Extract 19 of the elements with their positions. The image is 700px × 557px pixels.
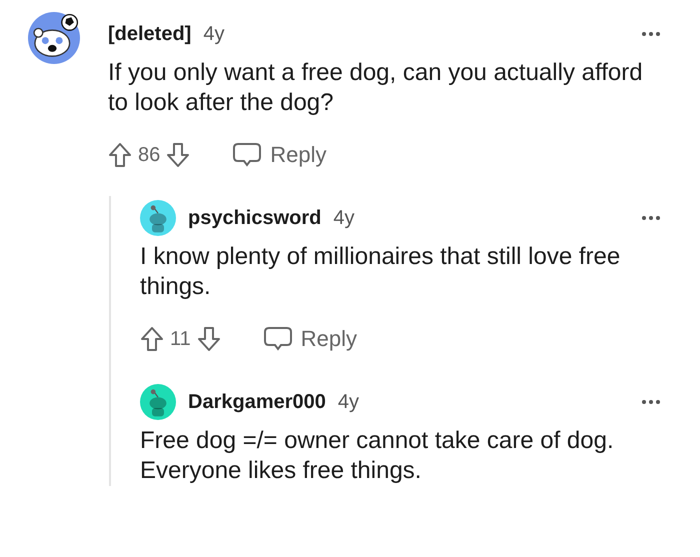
reply-button[interactable]: Reply <box>228 138 330 172</box>
vote-count: 11 <box>170 328 191 350</box>
comment-text: Free dog =/= owner cannot take care of dog. Everyone likes free things. <box>140 426 615 486</box>
comment-text: If you only want a free dog, can you actually afford to look after the dog? <box>108 58 644 118</box>
upvote-icon[interactable] <box>108 142 132 168</box>
post-age: 4y <box>203 22 224 46</box>
comment-text: I know plenty of millionaires that still love free things. <box>140 242 622 302</box>
upvote-icon[interactable] <box>140 326 164 352</box>
reply-button[interactable]: Reply <box>258 322 362 356</box>
username[interactable]: Darkgamer000 <box>188 390 326 414</box>
post-age: 4y <box>333 206 355 230</box>
speech-bubble-icon <box>262 326 293 352</box>
downvote-icon[interactable] <box>196 326 221 352</box>
speech-bubble-icon <box>232 142 262 168</box>
username[interactable]: [deleted] <box>108 22 192 46</box>
vote-count: 86 <box>138 144 160 166</box>
username[interactable]: psychicsword <box>188 206 322 230</box>
post-age: 4y <box>338 390 359 414</box>
downvote-icon[interactable] <box>166 142 190 168</box>
